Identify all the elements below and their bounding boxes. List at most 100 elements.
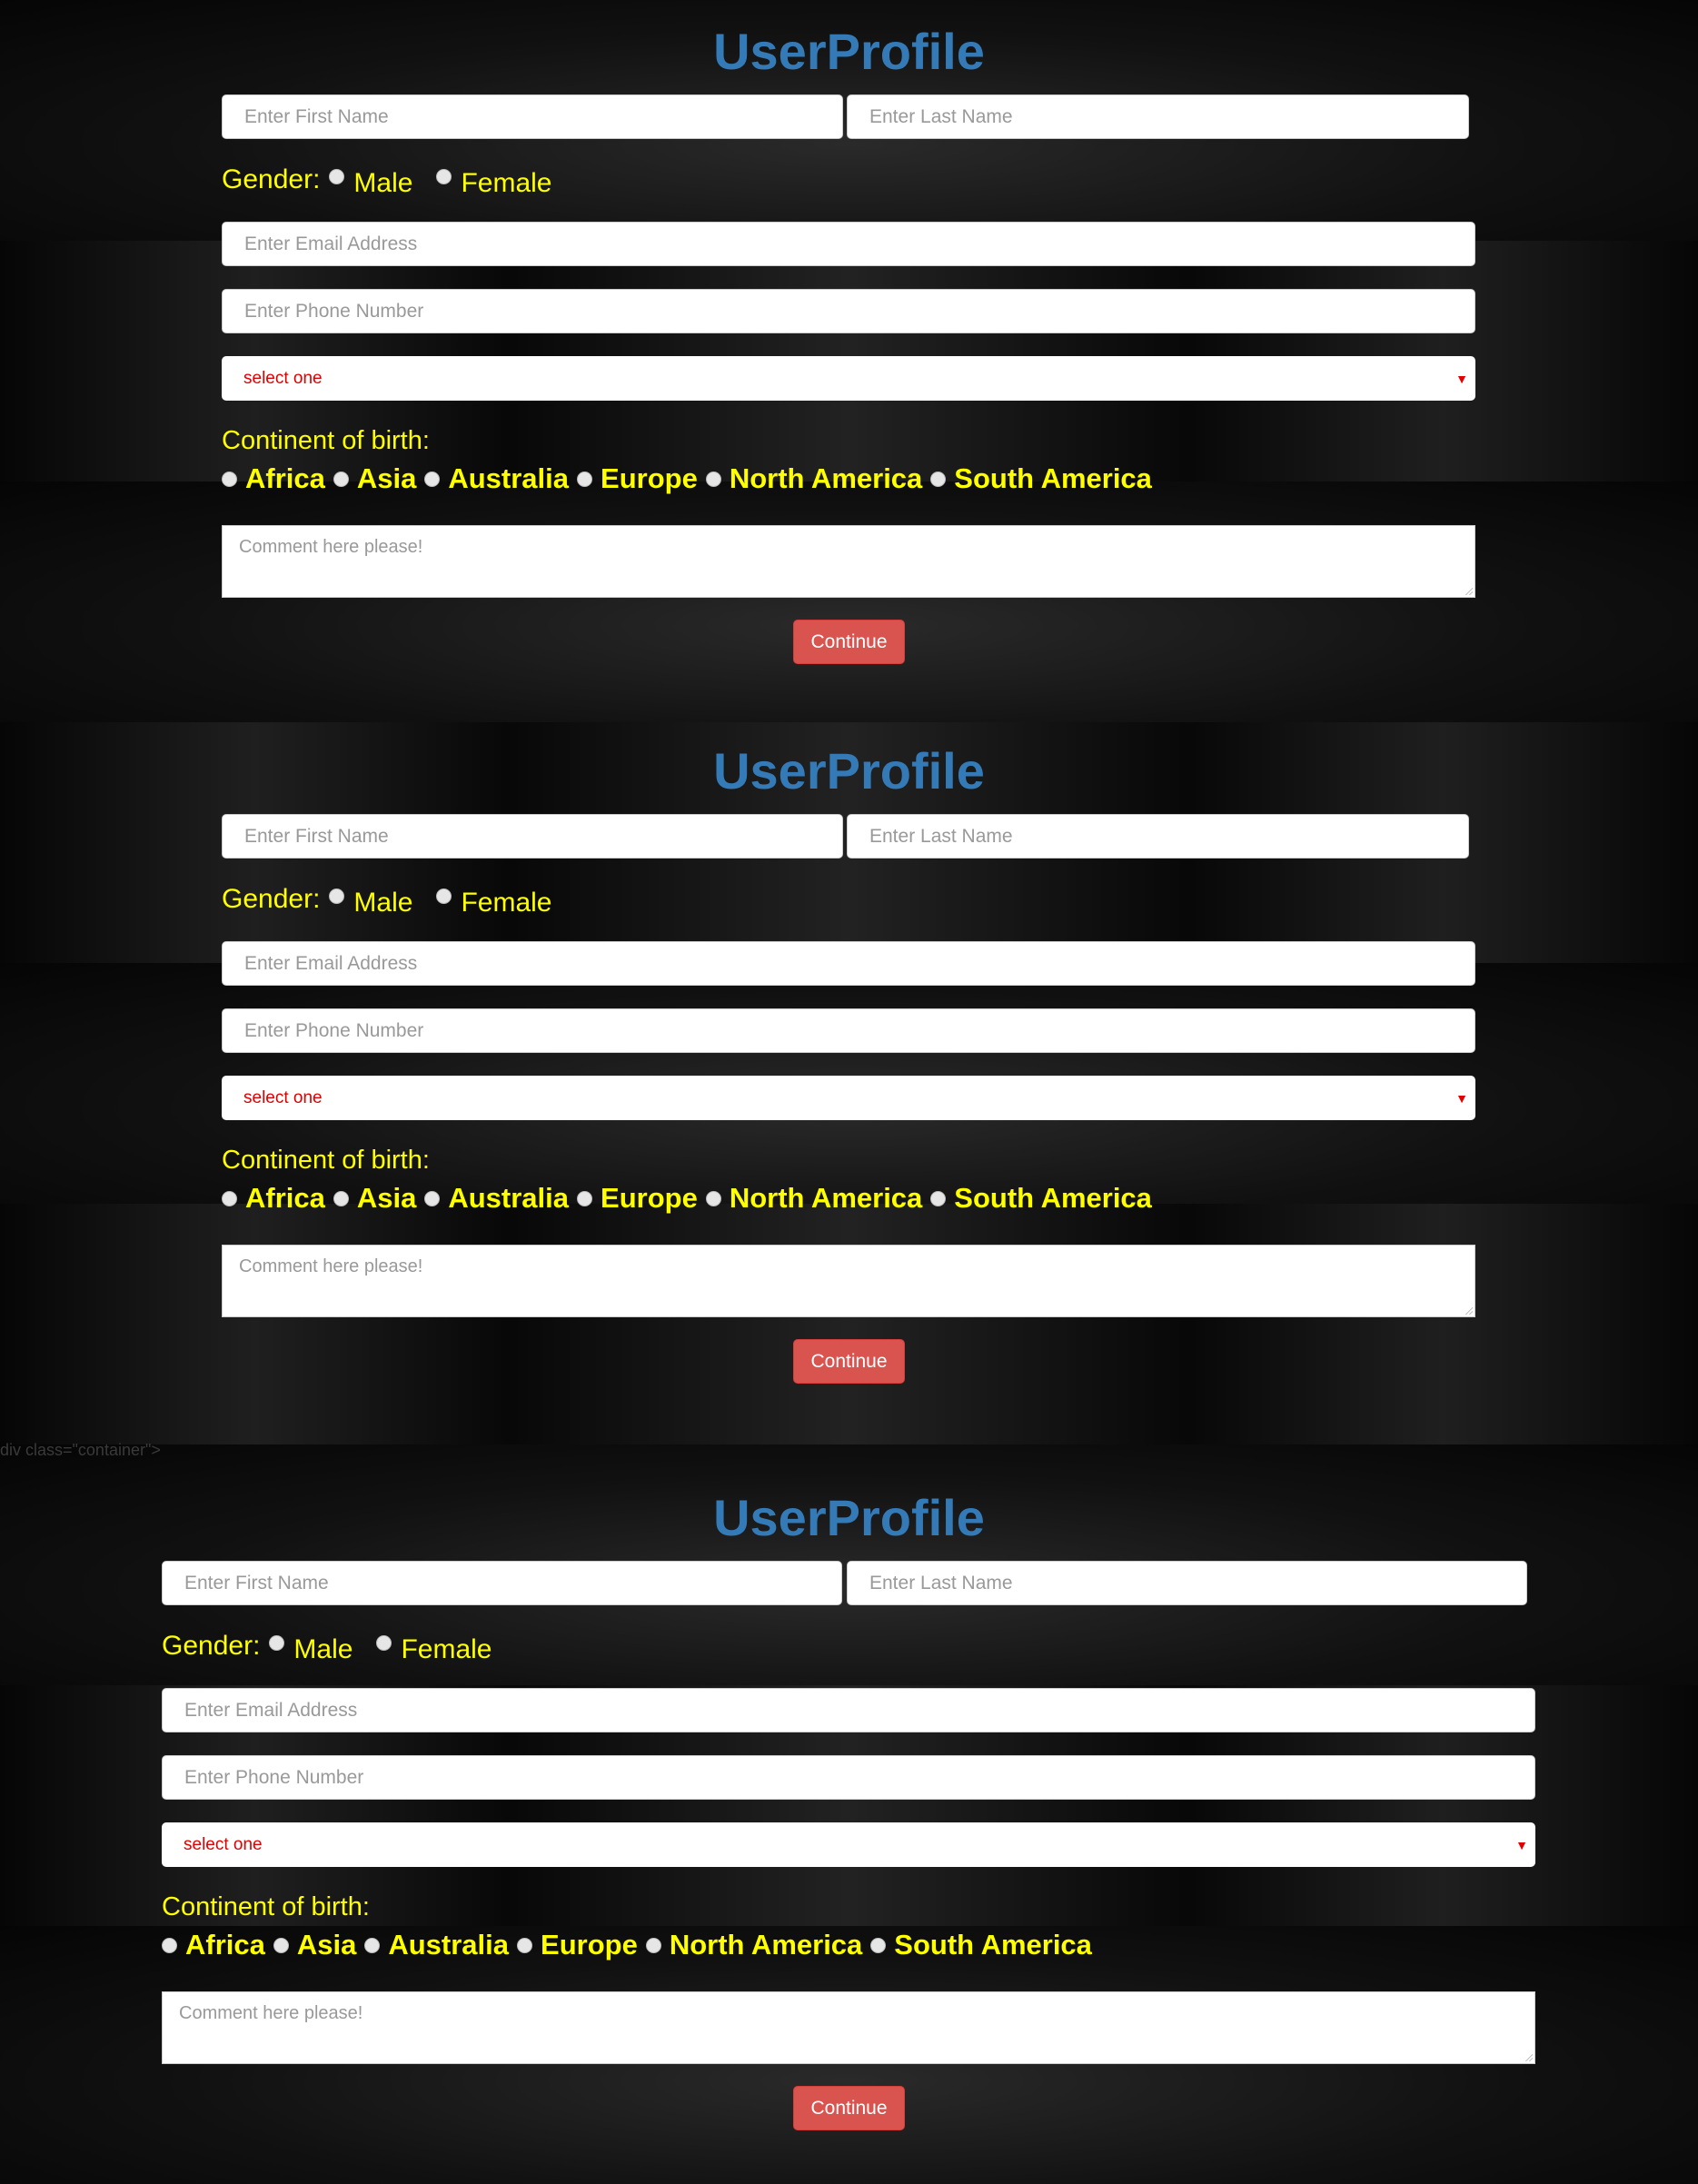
continent-south-america-radio[interactable] <box>870 1937 887 1953</box>
continent-australia-radio[interactable] <box>424 1190 441 1206</box>
continent-north-america-label: North America <box>729 1182 923 1214</box>
last-name-input[interactable] <box>847 1561 1527 1605</box>
continent-south-america-label: South America <box>894 1929 1092 1961</box>
continent-asia-radio[interactable] <box>333 1190 349 1206</box>
stray-markup-text: div class="container"> <box>0 1441 161 1459</box>
continent-africa-label: Africa <box>245 1182 325 1214</box>
continent-north-america-radio[interactable] <box>645 1937 661 1953</box>
gender-female-radio[interactable] <box>376 1635 392 1651</box>
continent-north-america-radio[interactable] <box>705 471 721 487</box>
user-profile-form: UserProfile Gender: Male Female select o… <box>0 1466 1698 2184</box>
page-title: UserProfile <box>713 742 985 799</box>
continue-button[interactable]: Continue <box>793 1339 905 1384</box>
select-value: select one <box>243 368 323 388</box>
page-title: UserProfile <box>713 1489 985 1546</box>
last-name-input[interactable] <box>847 94 1469 139</box>
continent-south-america-radio[interactable] <box>930 471 947 487</box>
continent-group: Africa Asia Australia Europe North Ameri… <box>222 1182 1160 1215</box>
user-profile-form: UserProfile Gender: Male Female select o… <box>0 0 1698 718</box>
continent-europe-label: Europe <box>601 1182 698 1214</box>
continent-south-america-radio[interactable] <box>930 1190 947 1206</box>
continent-label: Continent of birth: <box>162 1892 370 1921</box>
continent-asia-label: Asia <box>356 462 417 494</box>
continent-asia-radio[interactable] <box>273 1937 289 1953</box>
comment-textarea[interactable]: Comment here please! <box>162 1991 1535 2064</box>
continent-africa-label: Africa <box>245 462 325 494</box>
select-dropdown[interactable]: select one ▼ <box>222 356 1475 401</box>
continent-africa-label: Africa <box>185 1929 265 1961</box>
continent-europe-radio[interactable] <box>517 1937 533 1953</box>
gender-male-label: Male <box>353 168 413 198</box>
continent-asia-label: Asia <box>296 1929 357 1961</box>
gender-female-label: Female <box>461 888 552 918</box>
comment-textarea[interactable]: Comment here please! <box>222 1245 1475 1317</box>
select-dropdown[interactable]: select one ▼ <box>222 1076 1475 1120</box>
gender-label: Gender: <box>162 1631 261 1661</box>
select-value: select one <box>243 1087 323 1107</box>
gender-group: Gender: Male Female <box>222 164 551 200</box>
chevron-down-icon: ▼ <box>1515 1837 1528 1852</box>
gender-male-label: Male <box>353 888 413 918</box>
continent-south-america-label: South America <box>954 462 1152 494</box>
continent-group: Africa Asia Australia Europe North Ameri… <box>222 462 1160 495</box>
continent-australia-radio[interactable] <box>424 471 441 487</box>
user-profile-form: UserProfile Gender: Male Female select o… <box>0 720 1698 1437</box>
gender-group: Gender: Male Female <box>162 1630 492 1666</box>
continent-australia-radio[interactable] <box>364 1937 381 1953</box>
gender-male-radio[interactable] <box>269 1635 285 1651</box>
phone-input[interactable] <box>162 1755 1535 1800</box>
gender-group: Gender: Male Female <box>222 883 551 919</box>
comment-placeholder: Comment here please! <box>179 2003 363 2023</box>
continent-africa-radio[interactable] <box>222 1190 237 1206</box>
continent-europe-label: Europe <box>601 462 698 494</box>
chevron-down-icon: ▼ <box>1455 1090 1468 1106</box>
continue-button[interactable]: Continue <box>793 620 905 664</box>
continent-north-america-label: North America <box>669 1929 863 1961</box>
continent-australia-label: Australia <box>448 462 570 494</box>
continent-north-america-label: North America <box>729 462 923 494</box>
continent-asia-radio[interactable] <box>333 471 349 487</box>
last-name-input[interactable] <box>847 814 1469 859</box>
chevron-down-icon: ▼ <box>1455 371 1468 386</box>
select-value: select one <box>184 1834 263 1854</box>
continent-north-america-radio[interactable] <box>705 1190 721 1206</box>
gender-male-radio[interactable] <box>329 169 345 184</box>
continent-europe-label: Europe <box>541 1929 638 1961</box>
continent-south-america-label: South America <box>954 1182 1152 1214</box>
gender-male-radio[interactable] <box>329 888 345 904</box>
email-input[interactable] <box>222 222 1475 266</box>
first-name-input[interactable] <box>162 1561 842 1605</box>
continent-africa-radio[interactable] <box>162 1937 177 1953</box>
gender-label: Gender: <box>222 884 321 914</box>
resize-handle-icon[interactable] <box>1465 1307 1473 1315</box>
comment-textarea[interactable]: Comment here please! <box>222 525 1475 598</box>
phone-input[interactable] <box>222 1008 1475 1053</box>
continent-label: Continent of birth: <box>222 426 430 455</box>
comment-placeholder: Comment here please! <box>239 1256 423 1276</box>
continent-label: Continent of birth: <box>222 1146 430 1175</box>
email-input[interactable] <box>162 1688 1535 1732</box>
gender-label: Gender: <box>222 164 321 194</box>
gender-male-label: Male <box>293 1634 353 1664</box>
phone-input[interactable] <box>222 289 1475 333</box>
first-name-input[interactable] <box>222 94 843 139</box>
continent-asia-label: Asia <box>356 1182 417 1214</box>
continent-africa-radio[interactable] <box>222 471 237 487</box>
email-input[interactable] <box>222 941 1475 986</box>
resize-handle-icon[interactable] <box>1465 588 1473 595</box>
select-dropdown[interactable]: select one ▼ <box>162 1822 1535 1867</box>
continent-australia-label: Australia <box>448 1182 570 1214</box>
continent-group: Africa Asia Australia Europe North Ameri… <box>162 1929 1100 1961</box>
gender-female-label: Female <box>461 168 552 198</box>
page-title: UserProfile <box>713 23 985 80</box>
resize-handle-icon[interactable] <box>1525 2054 1533 2061</box>
gender-female-radio[interactable] <box>436 888 452 904</box>
continent-australia-label: Australia <box>388 1929 510 1961</box>
gender-female-label: Female <box>401 1634 492 1664</box>
first-name-input[interactable] <box>222 814 843 859</box>
continue-button[interactable]: Continue <box>793 2086 905 2130</box>
continent-europe-radio[interactable] <box>577 1190 593 1206</box>
comment-placeholder: Comment here please! <box>239 537 423 557</box>
continent-europe-radio[interactable] <box>577 471 593 487</box>
gender-female-radio[interactable] <box>436 169 452 184</box>
